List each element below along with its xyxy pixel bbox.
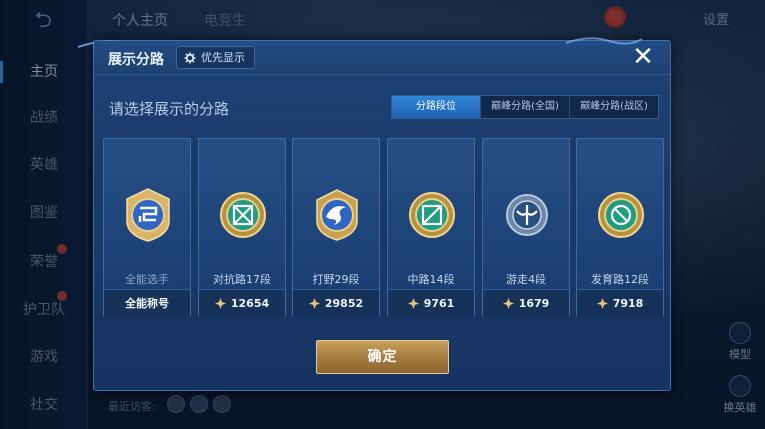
gear-icon bbox=[184, 52, 196, 63]
lane-card-all-round[interactable]: 全能选手 全能称号 bbox=[103, 138, 191, 316]
lane-type-tabs: 分路段位 巅峰分路(全国) 巅峰分路(战区) bbox=[391, 95, 659, 119]
dialog-title: 展示分路 bbox=[108, 52, 164, 68]
tab-lane-rank[interactable]: 分路段位 bbox=[392, 96, 481, 118]
lane-card-clash-lane[interactable]: 对抗路17段 12654 bbox=[198, 138, 286, 316]
farm-lane-emblem-icon bbox=[598, 192, 644, 238]
jungle-emblem-icon bbox=[316, 189, 358, 241]
tab-peak-lane-region[interactable]: 巅峰分路(战区) bbox=[570, 96, 658, 118]
points-icon bbox=[407, 297, 419, 309]
confirm-button[interactable]: 确定 bbox=[316, 340, 449, 374]
lane-card-roam[interactable]: 游走4段 1679 bbox=[482, 138, 570, 316]
points-icon bbox=[502, 297, 514, 309]
card-footer: 9761 bbox=[388, 289, 474, 316]
mid-lane-emblem-icon bbox=[409, 192, 455, 238]
card-footer: 1679 bbox=[483, 289, 569, 316]
card-label: 打野29段 bbox=[312, 273, 360, 286]
lane-card-jungle[interactable]: 打野29段 29852 bbox=[292, 138, 380, 316]
priority-display-button[interactable]: 优先显示 bbox=[176, 46, 255, 69]
card-footer: 12654 bbox=[199, 289, 285, 316]
dialog-subtitle: 请选择展示的分路 bbox=[109, 100, 230, 118]
points-icon bbox=[308, 297, 320, 309]
card-footer: 全能称号 bbox=[104, 289, 190, 316]
lane-display-dialog: 展示分路 优先显示 ✕ 请选择展示的分路 分路段位 巅峰分路(全国) 巅峰分路(… bbox=[77, 37, 671, 391]
clash-lane-emblem-icon bbox=[220, 192, 266, 238]
card-label: 发育路12段 bbox=[591, 273, 649, 286]
tab-peak-lane-national[interactable]: 巅峰分路(全国) bbox=[481, 96, 570, 118]
lane-cards: 全能选手 全能称号 对抗路17段 12654 打野29段 29852 中路14段… bbox=[103, 138, 665, 316]
close-icon[interactable]: ✕ bbox=[630, 44, 656, 71]
all-round-emblem-icon bbox=[126, 188, 170, 242]
card-label: 对抗路17段 bbox=[213, 273, 271, 286]
points-icon bbox=[596, 297, 608, 309]
dialog-header: 展示分路 优先显示 ✕ bbox=[94, 37, 670, 75]
card-label: 游走4段 bbox=[506, 273, 546, 286]
card-label: 中路14段 bbox=[407, 273, 455, 286]
roam-emblem-icon bbox=[506, 194, 548, 236]
card-footer: 7918 bbox=[577, 289, 663, 316]
lane-card-farm-lane[interactable]: 发育路12段 7918 bbox=[576, 138, 664, 316]
card-label: 全能选手 bbox=[125, 273, 169, 286]
lane-card-mid-lane[interactable]: 中路14段 9761 bbox=[387, 138, 475, 316]
card-footer: 29852 bbox=[293, 289, 379, 316]
points-icon bbox=[214, 297, 226, 309]
